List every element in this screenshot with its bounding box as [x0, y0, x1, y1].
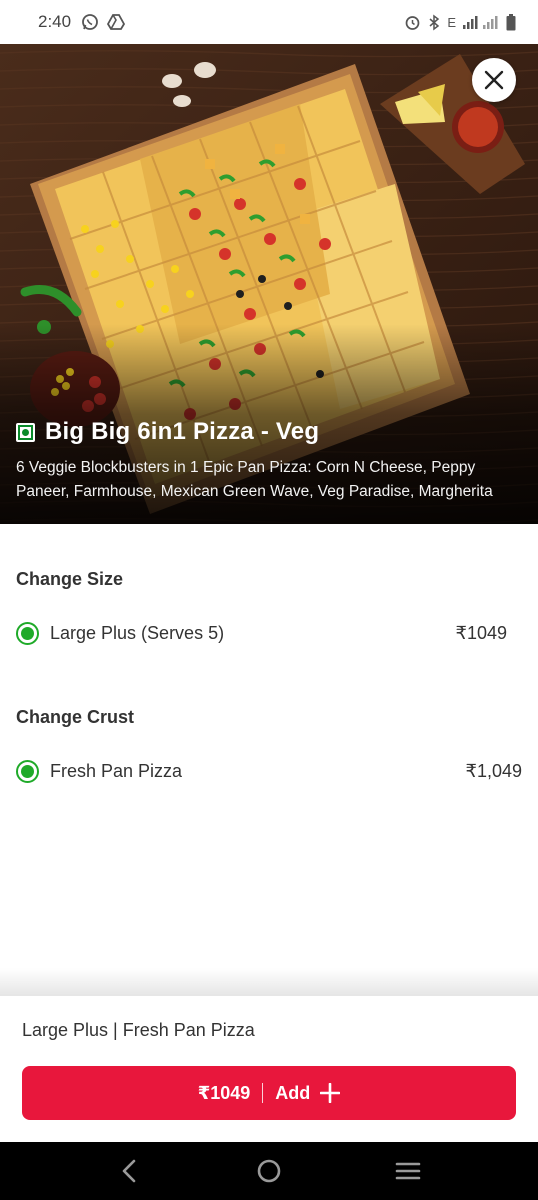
crust-option-label: Fresh Pan Pizza [50, 760, 183, 781]
signal-icon [463, 15, 499, 30]
change-crust-heading: Change Crust [16, 707, 135, 727]
bluetooth-icon [428, 14, 440, 31]
battery-icon [506, 13, 516, 31]
plus-icon [320, 1083, 341, 1103]
drive-icon [107, 14, 126, 30]
product-hero: Big Big 6in1 Pizza - Veg 6 Veggie Blockb… [0, 44, 538, 524]
veg-indicator-icon [16, 422, 35, 442]
system-nav-bar [0, 1142, 538, 1200]
bottom-sheet: Large Plus | Fresh Pan Pizza ₹1049 Add [0, 996, 538, 1142]
close-icon [484, 70, 504, 90]
whatsapp-icon [81, 13, 99, 31]
crust-option-price: ₹1,049 [465, 760, 523, 781]
close-button[interactable] [472, 58, 516, 102]
selection-summary: Large Plus | Fresh Pan Pizza [22, 1020, 255, 1040]
menu-icon [396, 1162, 421, 1180]
product-description: 6 Veggie Blockbusters in 1 Epic Pan Pizz… [16, 459, 493, 500]
add-to-cart-button[interactable]: ₹1049 Add [22, 1066, 516, 1120]
alarm-icon [404, 14, 421, 31]
nav-home-button[interactable] [239, 1149, 299, 1193]
product-title: Big Big 6in1 Pizza - Veg [45, 418, 320, 445]
product-info: Big Big 6in1 Pizza - Veg 6 Veggie Blockb… [16, 418, 522, 504]
status-bar: 2:40 E [0, 0, 538, 44]
add-button-price: ₹1049 [197, 1082, 251, 1103]
home-icon [257, 1159, 281, 1183]
size-option-price: ₹1049 [455, 622, 508, 643]
nav-recents-button[interactable] [378, 1149, 438, 1193]
status-time: 2:40 [38, 12, 72, 31]
back-icon [122, 1159, 135, 1183]
crust-option-fresh-pan[interactable]: Fresh Pan Pizza ₹1,049 [16, 756, 522, 786]
network-type: E [447, 14, 456, 30]
radio-selected-icon[interactable] [16, 621, 39, 645]
change-size-heading: Change Size [16, 569, 124, 589]
add-button-label: Add [275, 1082, 311, 1103]
size-option-large-plus[interactable]: Large Plus (Serves 5) ₹1049 [16, 618, 522, 648]
nav-back-button[interactable] [100, 1149, 160, 1193]
size-option-label: Large Plus (Serves 5) [50, 622, 225, 643]
radio-selected-icon[interactable] [16, 759, 39, 783]
